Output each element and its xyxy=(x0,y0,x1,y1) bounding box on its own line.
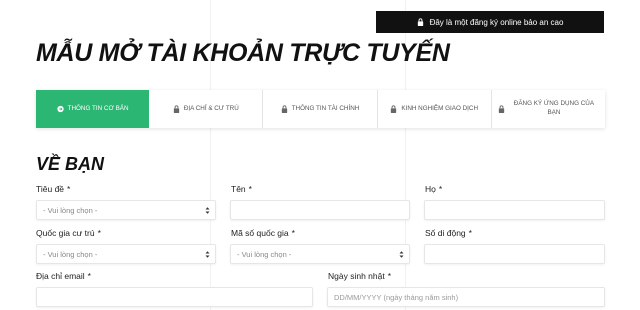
country-code-select[interactable]: - Vui lòng chọn - xyxy=(230,244,410,264)
tab-basic-info[interactable]: THÔNG TIN CƠ BẢN xyxy=(36,90,150,128)
select-value: - Vui lòng chọn - xyxy=(237,249,292,259)
required-mark: * xyxy=(248,184,252,194)
select-arrows-icon xyxy=(205,207,210,214)
label-text: Địa chỉ email xyxy=(36,271,85,281)
lock-icon xyxy=(498,105,505,113)
title-label: Tiêu đề * xyxy=(36,184,70,194)
tab-address[interactable]: ĐỊA CHỈ & CƯ TRÚ xyxy=(149,90,264,128)
tab-label: ĐỊA CHỈ & CƯ TRÚ xyxy=(183,104,239,112)
last-name-field[interactable] xyxy=(431,205,598,215)
birthday-label: Ngày sinh nhật * xyxy=(328,271,391,281)
tab-financial-info[interactable]: THÔNG TIN TÀI CHÍNH xyxy=(263,90,378,128)
required-mark: * xyxy=(87,271,91,281)
label-text: Mã số quốc gia xyxy=(231,228,289,238)
secure-banner: Đây là một đăng ký online bảo an cao xyxy=(376,11,604,33)
tab-label: KINH NGHIỆM GIAO DỊCH xyxy=(401,104,479,112)
tab-label: THÔNG TIN TÀI CHÍNH xyxy=(291,104,360,112)
lock-icon xyxy=(390,105,397,113)
tab-trading-experience[interactable]: KINH NGHIỆM GIAO DỊCH xyxy=(378,90,492,128)
required-mark: * xyxy=(438,184,443,194)
tab-label: THÔNG TIN CƠ BẢN xyxy=(67,104,129,112)
step-tabs: THÔNG TIN CƠ BẢN ĐỊA CHỈ & CƯ TRÚ THÔNG … xyxy=(36,90,605,128)
email-input[interactable] xyxy=(36,287,313,307)
secure-banner-text: Đây là một đăng ký online bảo an cao xyxy=(429,17,564,27)
select-arrows-icon xyxy=(399,251,404,258)
email-label: Địa chỉ email * xyxy=(36,271,91,281)
email-field[interactable] xyxy=(43,292,306,302)
select-value: - Vui lòng chọn - xyxy=(43,249,98,259)
mobile-input[interactable] xyxy=(424,244,605,264)
lock-icon xyxy=(281,105,288,113)
tab-label: ĐĂNG KÝ ỨNG DỤNG CỦA BẠN xyxy=(513,100,595,116)
country-select[interactable]: - Vui lòng chọn - xyxy=(36,244,216,264)
last-name-label: Họ * xyxy=(425,184,442,194)
circle-arrow-icon xyxy=(56,105,64,113)
select-value: - Vui lòng chọn - xyxy=(43,205,98,215)
title-select[interactable]: - Vui lòng chọn - xyxy=(36,200,216,220)
first-name-input[interactable] xyxy=(230,200,410,220)
required-mark: * xyxy=(67,184,71,194)
page-title: MẪU MỞ TÀI KHOẢN TRỰC TUYẾN xyxy=(36,39,450,67)
first-name-label: Tên * xyxy=(231,184,252,194)
section-title: VỀ BẠN xyxy=(36,154,105,174)
label-text: Tên xyxy=(231,184,246,194)
select-arrows-icon xyxy=(205,251,210,258)
mobile-label: Số di động * xyxy=(425,228,472,238)
lock-icon xyxy=(417,18,423,26)
mobile-field[interactable] xyxy=(431,249,598,259)
required-mark: * xyxy=(97,228,101,238)
label-text: Họ xyxy=(425,184,436,194)
required-mark: * xyxy=(387,271,392,281)
birthday-input[interactable] xyxy=(327,287,605,307)
birthday-field[interactable] xyxy=(334,292,598,302)
tab-your-application[interactable]: ĐĂNG KÝ ỨNG DỤNG CỦA BẠN xyxy=(492,90,605,128)
label-text: Quốc gia cư trú xyxy=(36,228,95,238)
lock-icon xyxy=(173,105,180,113)
last-name-input[interactable] xyxy=(424,200,605,220)
country-label: Quốc gia cư trú * xyxy=(36,228,101,238)
country-code-label: Mã số quốc gia * xyxy=(231,228,295,238)
label-text: Tiêu đề xyxy=(36,184,65,194)
label-text: Số di động xyxy=(425,228,466,238)
required-mark: * xyxy=(468,228,472,238)
first-name-field[interactable] xyxy=(237,205,403,215)
label-text: Ngày sinh nhật xyxy=(328,271,385,281)
required-mark: * xyxy=(291,228,295,238)
